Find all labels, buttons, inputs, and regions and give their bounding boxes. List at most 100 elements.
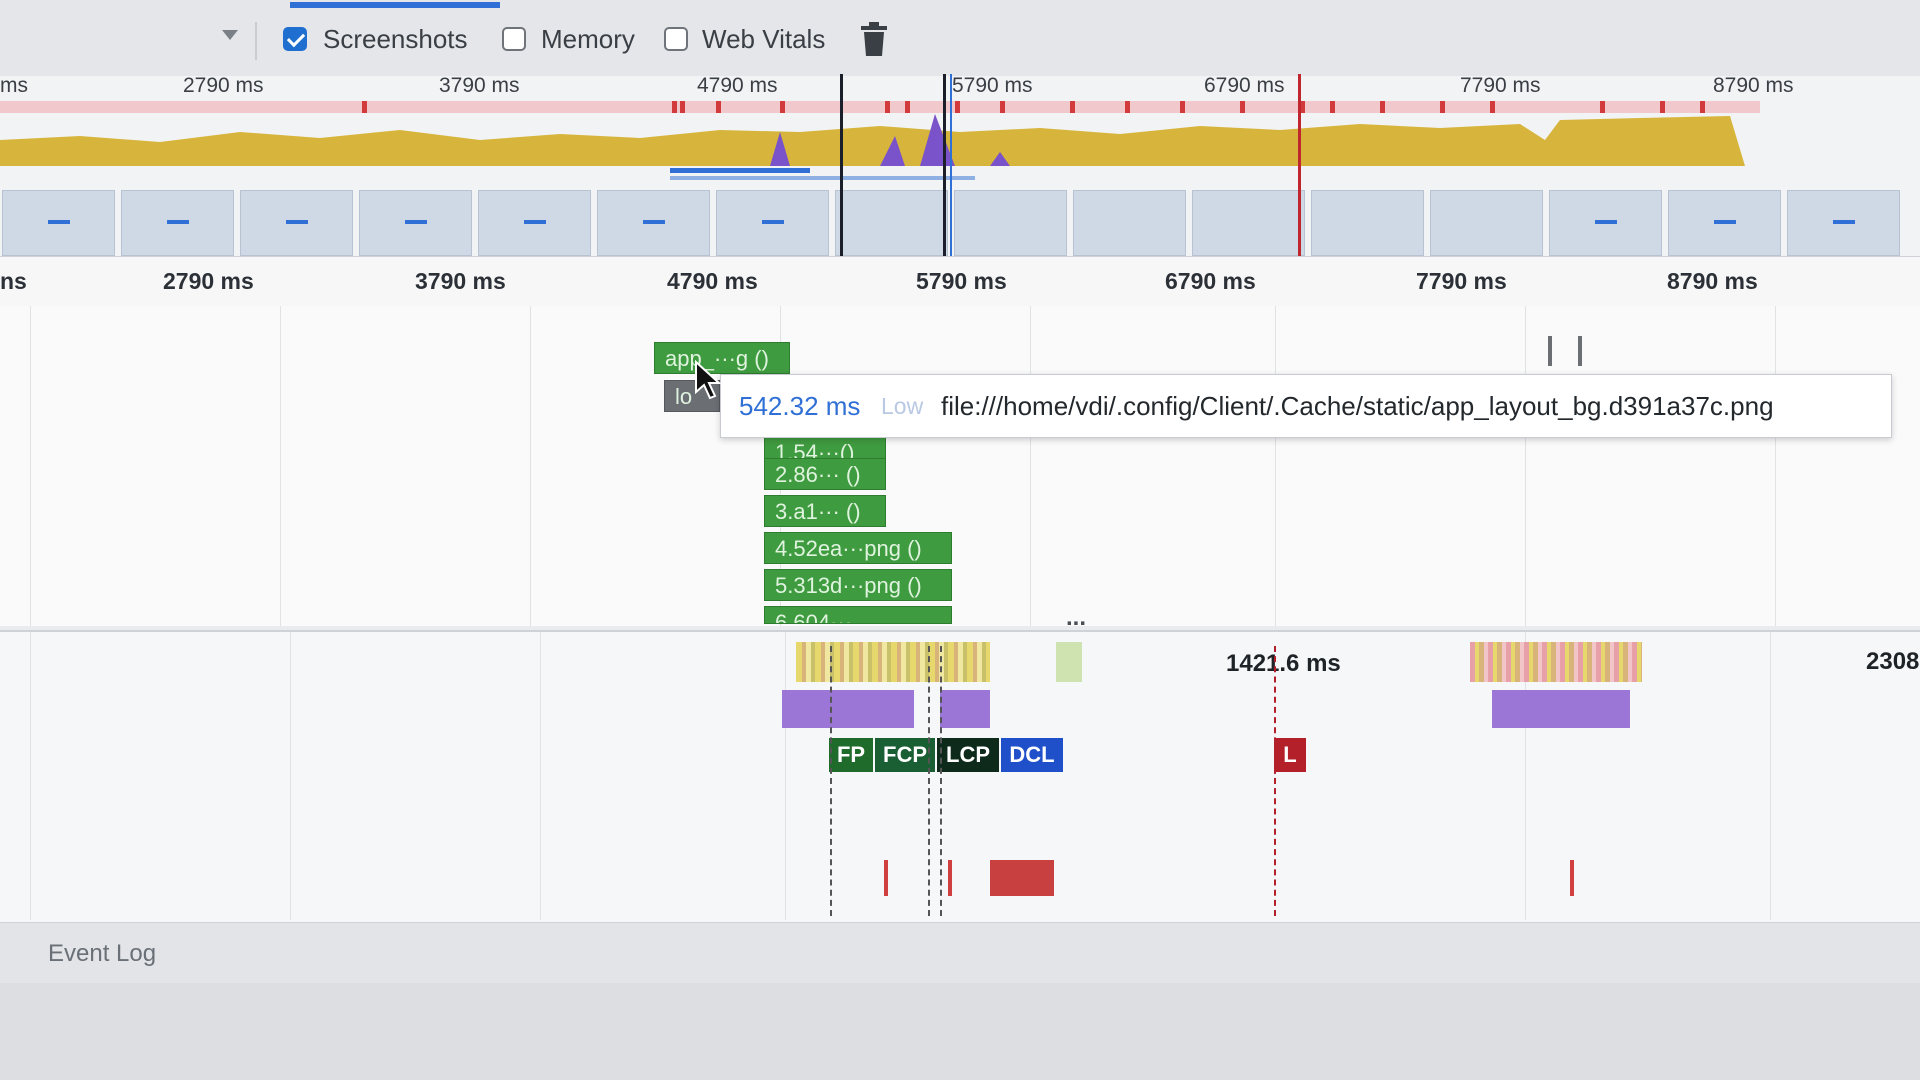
tooltip-url: file:///home/vdi/.config/Client/.Cache/s… — [941, 391, 1774, 421]
network-request-bar[interactable]: 2.86··· () — [764, 458, 886, 490]
fcp-marker[interactable]: FCP — [875, 738, 935, 772]
event-log-tab[interactable]: Event Log — [48, 940, 156, 968]
network-request-bar[interactable]: app_···g () — [654, 342, 790, 374]
network-request-bar[interactable]: 5.313d···png () — [764, 569, 952, 601]
tooltip-duration: 542.32 ms — [739, 391, 861, 421]
web-vitals-label[interactable]: Web Vitals — [702, 24, 825, 55]
ruler-tick: 2790 ms — [163, 268, 254, 294]
screenshot-thumbnail[interactable] — [716, 190, 829, 256]
screenshots-label[interactable]: Screenshots — [323, 24, 468, 55]
overview-tick: 3790 ms — [439, 74, 520, 97]
dcl-marker[interactable]: DCL — [1001, 738, 1063, 772]
overview-tick: 6790 ms — [1204, 74, 1285, 97]
tooltip-priority: Low — [881, 393, 924, 419]
toolbar-divider — [255, 22, 257, 60]
grid-line — [1775, 306, 1776, 626]
ruler-tick: 5790 ms — [916, 268, 1007, 294]
grid-line — [785, 632, 786, 920]
interaction-block[interactable] — [940, 690, 990, 728]
network-tooltip: 542.32 ms Low file:///home/vdi/.config/C… — [720, 374, 1892, 438]
ruler-tick: 6790 ms — [1165, 268, 1256, 294]
grid-line — [290, 632, 291, 920]
memory-checkbox[interactable] — [502, 27, 526, 51]
screenshot-thumbnail[interactable] — [597, 190, 710, 256]
overview-tick: 8790 ms — [1713, 74, 1794, 97]
screenshot-thumbnail[interactable] — [835, 190, 948, 256]
frames-strip[interactable] — [1470, 642, 1642, 682]
ruler-tick-partial: ns — [0, 268, 27, 294]
bottom-tabs-bar — [0, 922, 1920, 984]
frames-strip[interactable] — [1056, 642, 1082, 682]
lcp-marker[interactable]: LCP — [937, 738, 999, 772]
mouse-pointer-icon — [695, 360, 722, 400]
active-tab-indicator — [290, 2, 500, 8]
screenshot-thumbnail[interactable] — [1430, 190, 1543, 256]
interaction-block[interactable] — [782, 690, 914, 728]
cpu-activity-chart — [0, 114, 1745, 166]
long-task-mark[interactable] — [884, 860, 888, 896]
network-request-mark — [1578, 336, 1582, 366]
grid-line — [30, 632, 31, 920]
screenshot-thumbnail[interactable] — [359, 190, 472, 256]
screenshot-thumbnail[interactable] — [1192, 190, 1305, 256]
overview-tick: 4790 ms — [697, 74, 778, 97]
ruler-tick: 8790 ms — [1667, 268, 1758, 294]
screenshot-thumbnail[interactable] — [1549, 190, 1662, 256]
grid-line — [1275, 306, 1276, 626]
ruler-tick: 3790 ms — [415, 268, 506, 294]
network-request-bar[interactable]: 4.52ea···png () — [764, 532, 952, 564]
grid-line — [1030, 306, 1031, 626]
screenshot-thumbnail[interactable] — [1073, 190, 1186, 256]
web-vitals-checkbox[interactable] — [664, 27, 688, 51]
overview-selection-track — [670, 176, 975, 180]
fp-line — [830, 646, 832, 916]
fp-marker[interactable]: FP — [829, 738, 873, 772]
long-task-block[interactable] — [990, 860, 1054, 896]
grid-line — [30, 306, 31, 626]
trash-icon[interactable] — [860, 22, 888, 56]
overview-tick: 5790 ms — [952, 74, 1033, 97]
network-request-bar[interactable]: 3.a1··· () — [764, 495, 886, 527]
timing-label: 1421.6 ms — [1226, 650, 1341, 677]
network-request-bar[interactable]: 6.604··· — [764, 606, 952, 624]
grid-line — [280, 306, 281, 626]
details-panel — [0, 983, 1920, 1080]
grid-line — [1525, 306, 1526, 626]
long-task-mark[interactable] — [1570, 860, 1574, 896]
lcp-line — [940, 646, 942, 916]
network-flame-track[interactable] — [0, 306, 1920, 626]
long-task-mark[interactable] — [948, 860, 952, 896]
overflow-indicator[interactable]: ... — [1066, 604, 1086, 632]
screenshots-checkbox[interactable] — [283, 27, 307, 51]
timing-label: 2308 — [1866, 648, 1920, 675]
grid-line — [530, 306, 531, 626]
grid-line — [1770, 632, 1771, 920]
grid-line — [540, 632, 541, 920]
interaction-block[interactable] — [1492, 690, 1630, 728]
screenshot-thumbnail[interactable] — [121, 190, 234, 256]
overview-selection-track — [670, 168, 810, 173]
screenshot-thumbnail[interactable] — [1311, 190, 1424, 256]
screenshot-thumbnail[interactable] — [240, 190, 353, 256]
screenshot-thumbnail[interactable] — [1668, 190, 1781, 256]
overview-tick: 2790 ms — [183, 74, 264, 97]
ruler-tick: 7790 ms — [1416, 268, 1507, 294]
overview-tick: 7790 ms — [1460, 74, 1541, 97]
load-line — [1274, 646, 1276, 916]
cursor-time-line — [950, 74, 952, 258]
frames-strip[interactable] — [796, 642, 990, 682]
overview-tick-partial: ms — [0, 74, 28, 97]
screenshot-thumbnail[interactable] — [1787, 190, 1900, 256]
selection-boundary-right[interactable] — [943, 74, 946, 258]
screenshot-thumbnail[interactable] — [478, 190, 591, 256]
load-marker[interactable]: L — [1274, 738, 1306, 772]
selection-boundary-left[interactable] — [840, 74, 843, 258]
memory-label[interactable]: Memory — [541, 24, 635, 55]
ruler-tick: 4790 ms — [667, 268, 758, 294]
network-request-mark — [1548, 336, 1552, 366]
load-event-line — [1298, 74, 1301, 258]
dropdown-chevron-icon[interactable] — [222, 30, 238, 40]
screenshot-thumbnail[interactable] — [2, 190, 115, 256]
screenshot-thumbnail[interactable] — [954, 190, 1067, 256]
fcp-line — [928, 646, 930, 916]
